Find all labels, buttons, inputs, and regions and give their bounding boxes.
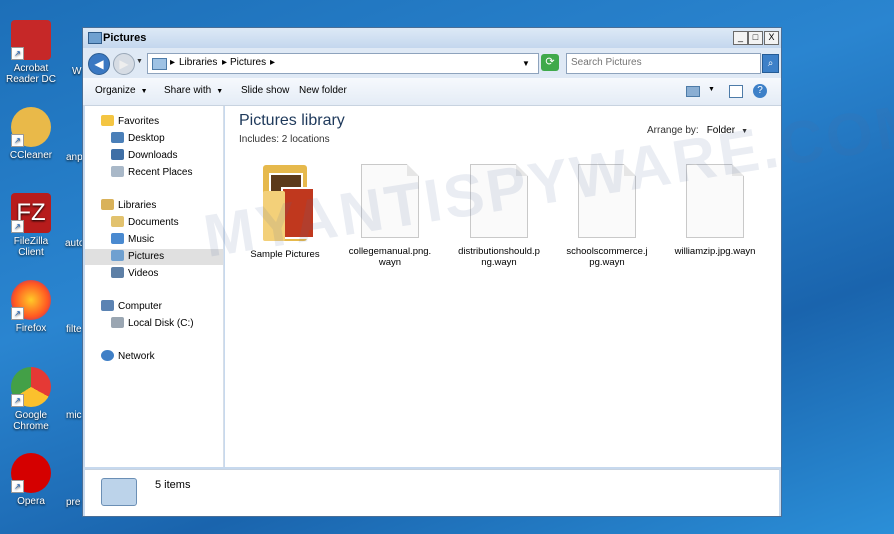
nav-local-disk[interactable]: Local Disk (C:)	[111, 316, 194, 332]
minimize-button[interactable]: _	[733, 31, 748, 45]
nav-pictures[interactable]: Pictures	[85, 249, 223, 265]
details-pane: 5 items	[85, 469, 779, 516]
disk-icon	[111, 317, 124, 328]
desktop-cut-label: mic	[66, 410, 82, 421]
close-button[interactable]: X	[764, 31, 779, 45]
desktop-icon-label: Firefox	[15, 323, 47, 334]
nav-music[interactable]: Music	[111, 232, 154, 248]
crumb-separator-icon: ▸	[170, 57, 176, 68]
library-locations[interactable]: Includes: 2 locations	[239, 134, 330, 145]
nav-libraries[interactable]: Libraries	[101, 198, 156, 214]
pictures-icon	[111, 250, 124, 261]
desktop-icon-filezilla[interactable]: FZ ↗ FileZilla Client	[0, 193, 62, 258]
title-bar[interactable]: Pictures _ □ X	[83, 28, 781, 48]
recent-pages-chevron-icon[interactable]: ▼	[136, 58, 143, 65]
desktop-cut-label: anp	[66, 152, 83, 163]
desktop-cut-label: pre	[66, 497, 81, 508]
explorer-window: Pictures _ □ X ◀ ▶ ▼ ▸ Libraries ▸ Pictu…	[82, 27, 782, 517]
command-bar: Organize ▼ Share with ▼ Slide show New fol…	[83, 78, 781, 106]
desktop-icon-firefox[interactable]: ↗ Firefox	[0, 280, 62, 334]
acrobat-icon: ↗	[11, 20, 51, 60]
desktop-icon-acrobat[interactable]: ↗ Acrobat Reader DC	[0, 20, 62, 85]
libraries-icon	[101, 199, 114, 210]
address-bar-area: ◀ ▶ ▼ ▸ Libraries ▸ Pictures ▸ ▼ ⟳ ⌕	[83, 48, 781, 78]
forward-button[interactable]: ▶	[113, 53, 135, 75]
page-title: Pictures library	[239, 112, 345, 129]
search-icon[interactable]: ⌕	[762, 54, 779, 73]
breadcrumb-libraries[interactable]: Libraries	[179, 57, 217, 68]
item-count: 5 items	[155, 479, 191, 491]
nav-desktop[interactable]: Desktop	[111, 131, 165, 147]
refresh-button[interactable]: ⟳	[541, 54, 559, 71]
videos-icon	[111, 267, 124, 278]
desktop-icon-label: FileZilla Client	[13, 236, 49, 258]
new-folder-button[interactable]: New folder	[299, 85, 347, 96]
recent-places-icon	[111, 166, 124, 177]
slide-show-button[interactable]: Slide show	[241, 85, 289, 96]
search-field[interactable]	[566, 53, 761, 74]
desktop-icon-label: Acrobat Reader DC	[5, 63, 57, 85]
desktop-icon-label: Google Chrome	[13, 410, 49, 432]
breadcrumb-pictures[interactable]: Pictures	[230, 57, 266, 68]
pictures-folder-icon	[88, 32, 102, 44]
star-icon	[101, 115, 114, 126]
documents-icon	[111, 216, 124, 227]
firefox-icon: ↗	[11, 280, 51, 320]
nav-videos[interactable]: Videos	[111, 266, 158, 282]
desktop-icon-chrome[interactable]: ↗ Google Chrome	[0, 367, 62, 432]
laptop-icon	[101, 478, 137, 506]
music-icon	[111, 233, 124, 244]
crumb-separator-icon: ▸	[222, 57, 228, 68]
chrome-icon: ↗	[11, 367, 51, 407]
opera-icon: ↗	[11, 453, 51, 493]
nav-favorites[interactable]: Favorites	[101, 114, 159, 130]
help-icon[interactable]: ?	[753, 84, 767, 98]
file-name: schoolscommerce.j pg.wayn	[566, 246, 648, 268]
back-button[interactable]: ◀	[88, 53, 110, 75]
library-icon	[152, 58, 167, 70]
computer-icon	[101, 300, 114, 311]
address-dropdown-icon[interactable]: ▼	[522, 59, 530, 68]
nav-documents[interactable]: Documents	[111, 215, 179, 231]
window-title: Pictures	[103, 32, 147, 44]
downloads-icon	[111, 149, 124, 160]
view-options-icon[interactable]	[686, 86, 700, 97]
desktop-icon-label: Opera	[17, 496, 45, 507]
view-dropdown-icon[interactable]: ▼	[708, 86, 715, 93]
desktop-icon-opera[interactable]: ↗ Opera	[0, 453, 62, 507]
maximize-button[interactable]: □	[748, 31, 763, 45]
file-name: williamzip.jpg.wayn	[674, 246, 756, 257]
file-name: collegemanual.png. wayn	[348, 246, 432, 268]
desktop-icon-ccleaner[interactable]: ↗ CCleaner	[0, 107, 62, 161]
navigation-pane: Favorites Desktop Downloads Recent Place…	[85, 106, 224, 467]
desktop-icon-label: CCleaner	[9, 150, 53, 161]
network-icon	[101, 350, 114, 361]
organize-button[interactable]: Organize ▼	[95, 85, 148, 96]
search-input[interactable]	[567, 54, 755, 71]
file-name: distributionshould.p ng.wayn	[458, 246, 540, 268]
nav-network[interactable]: Network	[101, 349, 155, 365]
preview-pane-icon[interactable]	[729, 85, 743, 98]
crumb-separator-icon: ▸	[270, 57, 276, 68]
nav-recent-places[interactable]: Recent Places	[111, 165, 192, 181]
ccleaner-icon: ↗	[11, 107, 51, 147]
address-box[interactable]: ▸ Libraries ▸ Pictures ▸ ▼	[147, 53, 539, 74]
desktop-cut-label: filte	[66, 324, 82, 335]
filezilla-icon: FZ ↗	[11, 193, 51, 233]
nav-downloads[interactable]: Downloads	[111, 148, 177, 164]
nav-computer[interactable]: Computer	[101, 299, 162, 315]
share-with-button[interactable]: Share with ▼	[164, 85, 223, 96]
desktop-cut-label: W	[72, 66, 82, 77]
desktop-icon	[111, 132, 124, 143]
